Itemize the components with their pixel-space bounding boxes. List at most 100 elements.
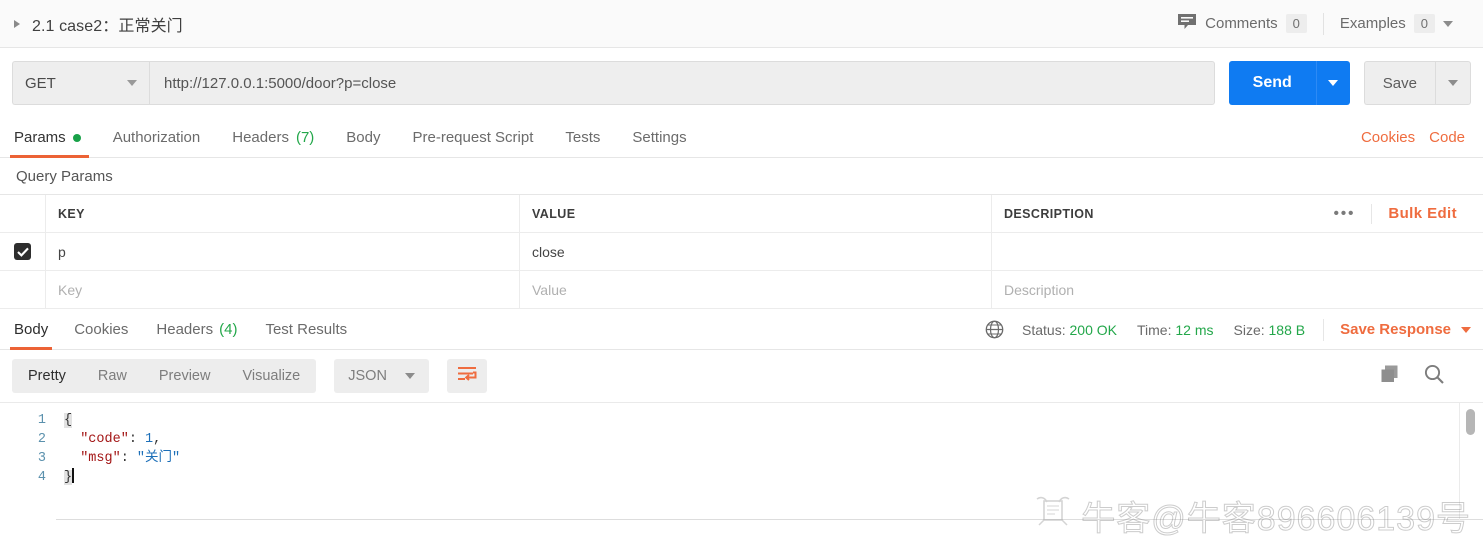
cookies-link[interactable]: Cookies [1361,129,1415,146]
body-viewer-toolbar: Pretty Raw Preview Visualize JSON [0,350,1483,402]
comments-label: Comments [1205,15,1278,32]
response-body-code-view[interactable]: 1 2 3 4 { "code": 1, "msg": "关门" } [0,402,1483,520]
response-tab-headers-count: (4) [219,321,238,338]
size-badge: Size: 188 B [1224,322,1316,338]
line-number: 4 [37,470,46,485]
code-scrollbar-track[interactable] [1459,403,1483,520]
table-row-empty[interactable]: Key Value Description [0,271,1483,309]
http-method-value: GET [25,74,56,92]
json-colon: : [120,451,137,466]
header-check-cell [0,195,46,232]
view-mode-pretty[interactable]: Pretty [12,359,82,393]
text-cursor [72,468,75,483]
collapse-triangle-icon[interactable] [14,19,20,28]
json-open-brace: { [64,413,73,428]
search-icon[interactable] [1423,363,1445,390]
response-tab-cookies-label: Cookies [74,321,129,338]
header-description-label: DESCRIPTION [1004,206,1094,221]
table-header-actions: ••• Bulk Edit [1318,195,1471,232]
row-checkbox-cell[interactable] [0,233,46,270]
empty-row-key-input[interactable]: Key [46,271,520,308]
code-line-3: "msg": "关门" [64,449,1483,468]
code-content[interactable]: { "code": 1, "msg": "关门" } [56,403,1483,520]
response-tab-headers-label: Headers [156,321,214,338]
save-options-button[interactable] [1435,61,1471,105]
status-value: 200 OK [1069,321,1117,338]
query-params-label: Query Params [16,167,113,185]
tab-params[interactable]: Params [10,118,97,158]
empty-row-value-input[interactable]: Value [520,271,992,308]
code-bottom-divider [56,519,1483,520]
view-mode-raw[interactable]: Raw [82,359,143,393]
status-label: Status: [1022,321,1066,338]
copy-icon[interactable] [1379,363,1401,390]
code-scrollbar-thumb[interactable] [1466,409,1475,435]
http-method-select[interactable]: GET [12,61,149,105]
title-bar-actions: Comments 0 Examples 0 [1161,0,1469,47]
response-tab-cookies[interactable]: Cookies [60,310,142,349]
word-wrap-button[interactable] [446,359,487,393]
json-string-value: "关门" [136,451,181,466]
tab-params-label: Params [14,129,66,146]
response-tab-body-label: Body [14,321,49,338]
response-tab-body[interactable]: Body [9,310,60,350]
examples-button[interactable]: Examples 0 [1324,13,1469,34]
view-mode-visualize[interactable]: Visualize [226,359,316,393]
tab-body-label: Body [346,129,381,146]
bulk-edit-link[interactable]: Bulk Edit [1371,203,1471,224]
view-mode-preview[interactable]: Preview [143,359,227,393]
chevron-down-icon[interactable] [127,80,137,86]
row-value-input[interactable]: close [520,233,992,270]
chevron-down-icon [1448,80,1458,86]
comments-button[interactable]: Comments 0 [1161,13,1323,35]
row-description-input[interactable] [992,233,1483,270]
empty-row-checkbox-cell[interactable] [0,271,46,308]
body-viewer-actions [1379,363,1471,390]
save-button[interactable]: Save [1363,61,1435,105]
code-link[interactable]: Code [1429,129,1465,146]
send-button-group: Send [1228,61,1350,105]
request-tabs: Params Authorization Headers (7) Body Pr… [0,118,1483,158]
response-tabs-bar: Body Cookies Headers (4) Test Results St… [0,310,1483,350]
tab-body[interactable]: Body [330,118,396,157]
request-tabs-actions: Cookies Code [1361,118,1471,157]
response-tab-test-results[interactable]: Test Results [251,310,361,349]
query-params-table: KEY VALUE DESCRIPTION ••• Bulk Edit p cl… [0,194,1483,309]
tab-tests[interactable]: Tests [549,118,616,157]
examples-label: Examples [1339,15,1406,32]
tab-authorization-label: Authorization [112,129,201,146]
size-value: 188 B [1268,321,1306,338]
line-number: 2 [37,432,46,447]
more-options-icon[interactable]: ••• [1318,205,1372,222]
send-button[interactable]: Send [1228,61,1316,105]
url-input[interactable]: http://127.0.0.1:5000/door?p=close [149,61,1215,105]
chevron-down-icon[interactable] [404,373,415,379]
request-title-bar: 2.1 case2：正常关门 Comments 0 Examples 0 [0,0,1483,48]
tab-headers-label: Headers [232,129,289,146]
table-row[interactable]: p close [0,233,1483,271]
response-tab-headers[interactable]: Headers (4) [142,310,251,349]
save-response-button[interactable]: Save Response [1323,318,1471,341]
line-number-gutter: 1 2 3 4 [0,403,56,520]
chevron-down-icon[interactable] [1443,20,1453,27]
tab-authorization[interactable]: Authorization [97,118,217,157]
empty-row-description-input[interactable]: Description [992,271,1483,308]
row-key-input[interactable]: p [46,233,520,270]
send-options-button[interactable] [1315,61,1350,105]
globe-icon[interactable] [985,320,1004,339]
json-close-brace: } [64,470,73,485]
page-title: 2.1 case2：正常关门 [32,17,183,35]
tab-pre-request-script-label: Pre-request Script [412,129,534,146]
tab-settings[interactable]: Settings [616,118,702,157]
row-checkbox-checked-icon[interactable] [14,243,31,260]
time-value: 12 ms [1175,321,1214,338]
code-line-4: } [64,468,1483,487]
body-format-select[interactable]: JSON [334,359,429,393]
tab-headers[interactable]: Headers (7) [216,118,330,157]
tab-settings-label: Settings [632,129,687,146]
tab-pre-request-script[interactable]: Pre-request Script [397,118,550,157]
line-number: 1 [37,413,46,428]
examples-count: 0 [1413,13,1435,34]
chevron-down-icon[interactable] [1461,326,1471,333]
